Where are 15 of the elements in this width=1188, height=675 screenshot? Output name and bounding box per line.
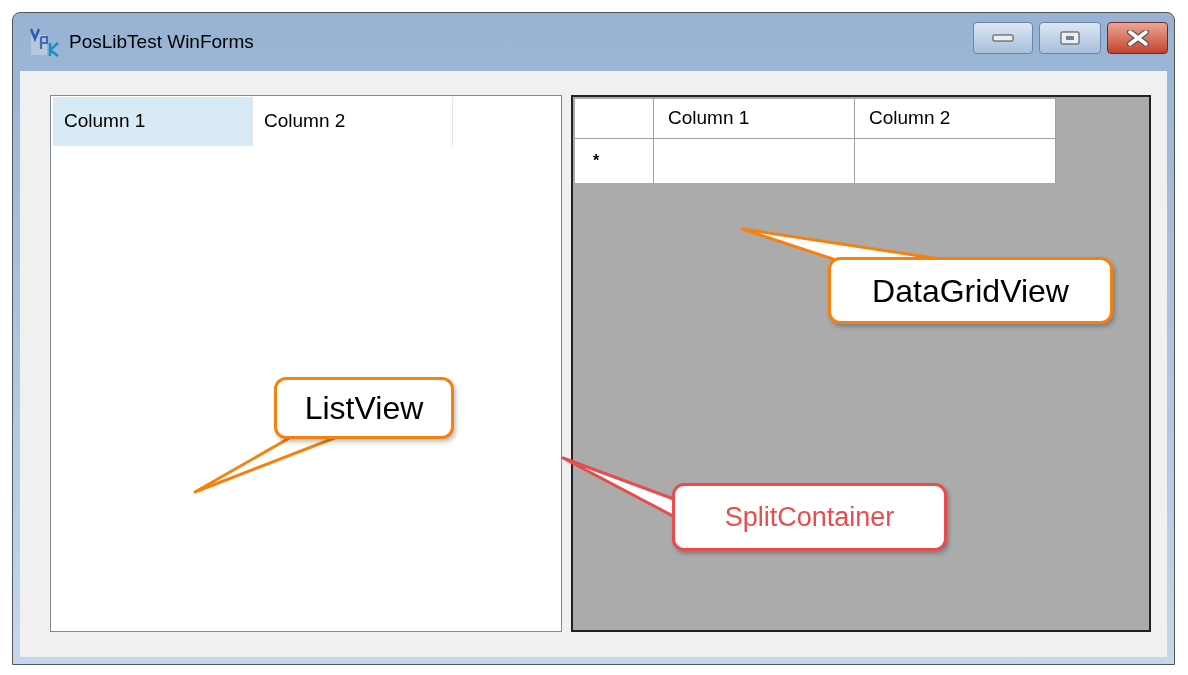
app-logo-icon [27,27,61,57]
close-button[interactable] [1107,22,1168,54]
maximize-button[interactable] [1039,22,1101,54]
column-header[interactable]: Column 1 [654,99,855,139]
window-title: PosLibTest WinForms [69,29,254,54]
close-icon [1126,30,1149,46]
table-cell[interactable] [654,139,855,183]
minimize-icon [992,34,1014,42]
minimize-button[interactable] [973,22,1033,54]
callout-label: ListView [274,377,454,439]
maximize-icon [1060,31,1080,45]
row-header: * [575,139,654,183]
column-header[interactable]: Column 1 [53,97,253,146]
table-cell[interactable] [855,139,1056,183]
column-header[interactable]: Column 2 [855,99,1056,139]
